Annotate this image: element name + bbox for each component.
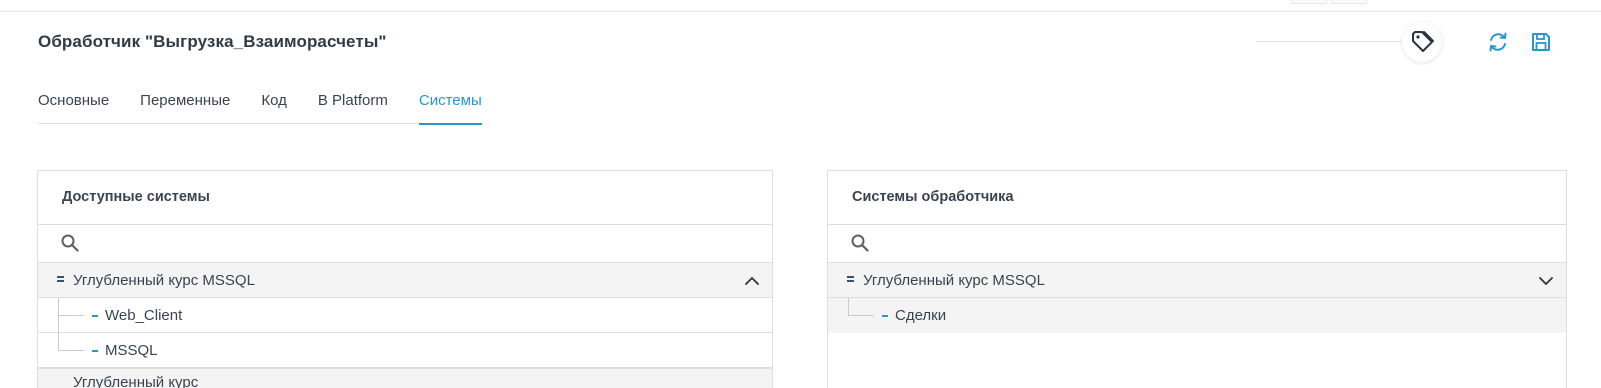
save-button[interactable] <box>1528 29 1554 55</box>
tab-main[interactable]: Основные <box>38 88 109 124</box>
tree-group[interactable]: Углубленный курс MSSQL <box>38 263 772 298</box>
tab-systems[interactable]: Системы <box>418 88 482 125</box>
item-label: Web_Client <box>105 307 183 324</box>
search-row <box>828 225 1566 263</box>
available-systems-panel: Доступные системы Углубленный курс MSSQL… <box>37 170 773 388</box>
tree-item[interactable]: Web_Client <box>38 298 772 333</box>
group-bullet-icon <box>847 276 854 283</box>
toolbar-divider <box>1256 41 1402 42</box>
tree-group[interactable]: Углубленный курс MSSQL <box>828 263 1566 298</box>
top-tab-stub <box>1291 0 1327 4</box>
search-icon <box>61 234 79 252</box>
top-strip <box>0 0 1601 12</box>
group-bullet-icon <box>57 276 64 283</box>
tree-item[interactable]: Сделки <box>828 298 1566 333</box>
search-input[interactable] <box>878 233 1178 253</box>
search-row <box>38 225 772 263</box>
tab-platform[interactable]: В Platform <box>318 88 388 124</box>
refresh-button[interactable] <box>1485 29 1511 55</box>
tree-connector <box>848 298 849 316</box>
handler-systems-panel: Системы обработчика Углубленный курс MSS… <box>827 170 1567 388</box>
item-bullet-icon <box>882 315 888 317</box>
panel-title: Доступные системы <box>38 171 772 225</box>
panel-title: Системы обработчика <box>828 171 1566 225</box>
chevron-up-icon[interactable] <box>744 273 760 289</box>
tree-group[interactable]: Углубленный курс <box>38 368 772 388</box>
group-label: Углубленный курс <box>73 374 199 388</box>
tab-bar: Основные Переменные Код В Platform Систе… <box>38 88 482 125</box>
item-bullet-icon <box>92 350 98 352</box>
tag-button[interactable] <box>1402 22 1442 62</box>
tree-connector <box>58 315 84 316</box>
tag-icon <box>1412 31 1434 52</box>
item-label: MSSQL <box>105 342 158 359</box>
group-label: Углубленный курс MSSQL <box>73 271 255 289</box>
search-icon <box>851 234 869 252</box>
search-input[interactable] <box>88 233 388 253</box>
refresh-icon <box>1489 32 1507 52</box>
tree-connector <box>848 315 874 316</box>
tree-item[interactable]: MSSQL <box>38 333 772 368</box>
tree-connector <box>58 350 84 351</box>
tree-connector <box>58 333 59 351</box>
page-title: Обработчик "Выгрузка_Взаиморасчеты" <box>38 32 387 51</box>
chevron-down-icon[interactable] <box>1538 273 1554 289</box>
item-label: Сделки <box>895 307 947 324</box>
group-label: Углубленный курс MSSQL <box>863 271 1045 289</box>
tab-variables[interactable]: Переменные <box>140 88 230 124</box>
tab-code[interactable]: Код <box>261 88 287 124</box>
item-bullet-icon <box>92 315 98 317</box>
top-tab-stub <box>1331 0 1367 4</box>
save-icon <box>1532 33 1550 51</box>
